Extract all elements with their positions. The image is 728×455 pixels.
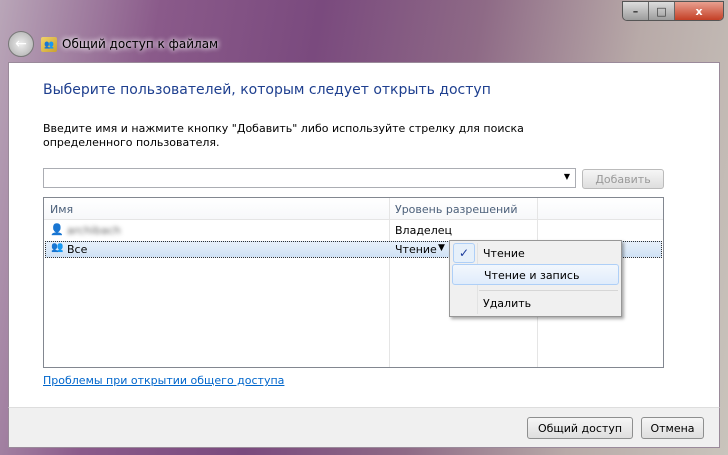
page-heading: Выберите пользователей, которым следует … (43, 82, 491, 98)
column-header-name[interactable]: Имя (50, 203, 73, 216)
menu-separator (479, 290, 618, 291)
window-controls: – □ x (622, 1, 724, 21)
dropdown-arrow-icon[interactable]: ▼ (438, 243, 445, 253)
back-button[interactable]: ← (8, 31, 34, 57)
cancel-button[interactable]: Отмена (641, 417, 704, 439)
permission-menu: ✓ Чтение Чтение и запись Удалить (449, 240, 622, 317)
menu-item-read-write[interactable]: Чтение и запись (452, 264, 619, 285)
add-button[interactable]: Добавить (582, 169, 664, 189)
permission-dropdown[interactable]: Чтение (395, 243, 437, 256)
menu-item-read[interactable]: Чтение (452, 243, 619, 264)
user-input[interactable] (47, 169, 547, 186)
maximize-button[interactable]: □ (649, 2, 675, 20)
column-header-permission[interactable]: Уровень разрешений (395, 203, 517, 216)
group-icon: 👥 (51, 242, 64, 253)
user-name: archibach (67, 224, 121, 237)
table-row[interactable]: 👤 archibach Владелец (45, 222, 662, 239)
file-sharing-icon: 👥 (41, 37, 57, 52)
instruction-text: Введите имя и нажмите кнопку "Добавить" … (43, 122, 524, 149)
sharing-help-link[interactable]: Проблемы при открытии общего доступа (43, 374, 284, 387)
minimize-button[interactable]: – (623, 2, 649, 20)
user-icon: 👤 (50, 223, 64, 236)
share-button[interactable]: Общий доступ (527, 417, 633, 439)
close-button[interactable]: x (675, 2, 723, 20)
user-name: Все (67, 243, 88, 256)
back-arrow-icon: ← (15, 36, 27, 52)
menu-item-remove[interactable]: Удалить (452, 293, 619, 314)
dropdown-arrow-icon[interactable]: ▼ (564, 172, 570, 181)
user-combobox[interactable]: ▼ (43, 168, 576, 188)
permission-level: Владелец (395, 224, 452, 237)
window-title: Общий доступ к файлам (62, 37, 219, 51)
